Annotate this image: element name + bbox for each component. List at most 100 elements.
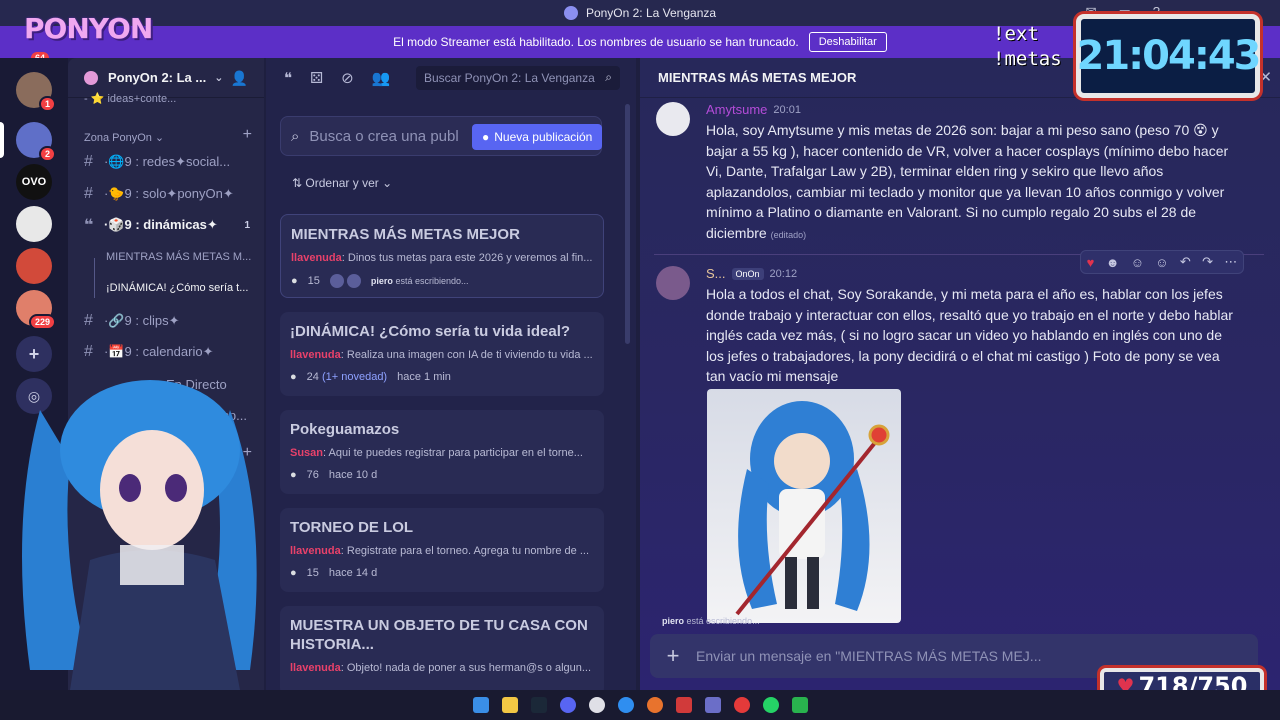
command-ext: !ext bbox=[993, 23, 1039, 45]
server-badge: 1 bbox=[38, 96, 56, 112]
card-preview: llavenuda: Realiza una imagen con IA de … bbox=[290, 349, 593, 361]
channel-calendario[interactable]: # ·📅9 : calendario✦ bbox=[76, 339, 258, 365]
chat-bubble-icon: ● bbox=[482, 130, 490, 144]
typing-user: piero bbox=[370, 276, 393, 286]
channel-ideas[interactable]: - ⭐ ideas+conte... bbox=[76, 88, 258, 108]
forward-icon[interactable]: ↷ bbox=[1202, 254, 1213, 270]
channel-label: Sala de Esp... bbox=[166, 407, 247, 423]
members-icon[interactable]: 👥 bbox=[372, 69, 391, 87]
thread-dinamica-vida-ideal[interactable]: ¡DINÁMICA! ¿Cómo sería t... bbox=[106, 277, 256, 299]
add-channel-icon[interactable]: + bbox=[243, 444, 252, 462]
search-icon: ⌕ bbox=[291, 127, 300, 145]
channel-redes-social[interactable]: # ·🌐9 : redes✦social... bbox=[76, 149, 258, 175]
vs-icon[interactable] bbox=[704, 697, 721, 713]
forum-card[interactable]: MUESTRA UN OBJETO DE TU CASA CON HISTORI… bbox=[280, 606, 604, 696]
steam-icon[interactable] bbox=[530, 697, 547, 713]
thread-chat-panel: MIENTRAS MÁS METAS MEJOR ✕ Amytsume 20:0… bbox=[640, 58, 1280, 690]
reply-icon[interactable]: ↶ bbox=[1180, 254, 1191, 270]
thread-mientras-mas-metas[interactable]: MIENTRAS MÁS METAS M... bbox=[106, 246, 256, 268]
channel-label: ·🌐9 : redes✦social... bbox=[104, 154, 231, 169]
reply-count: 76 bbox=[306, 469, 319, 481]
category-zona-ponyon[interactable]: Zona PonyOn ⌄ bbox=[84, 131, 164, 144]
invite-icon[interactable]: 👤 bbox=[231, 70, 248, 87]
channel-dinamicas[interactable]: ❝ ·🎲9 : dinámicas✦ 1 bbox=[76, 212, 258, 238]
explore-icon[interactable]: ◎ bbox=[16, 378, 52, 414]
message-header: S... OnOn 20:12 bbox=[706, 266, 797, 281]
attach-plus-icon[interactable]: + bbox=[650, 643, 696, 669]
dice-icon[interactable]: ⚄ bbox=[310, 69, 323, 87]
message-time: 20:12 bbox=[769, 267, 798, 280]
server-badge: 2 bbox=[38, 146, 56, 162]
channel-clips[interactable]: # ·🔗9 : clips✦ bbox=[76, 308, 258, 334]
card-title: MIENTRAS MÁS METAS MEJOR bbox=[291, 226, 520, 243]
forum-card[interactable]: MIENTRAS MÁS METAS MEJOR llavenuda: Dino… bbox=[280, 214, 604, 298]
server-search-input[interactable]: Buscar PonyOn 2: La Venganza ⌕ bbox=[416, 66, 620, 90]
folder-icon[interactable] bbox=[501, 697, 518, 713]
server-red[interactable] bbox=[16, 248, 52, 284]
card-preview: llavenuda: Objeto! nada de poner a sus h… bbox=[290, 662, 592, 674]
voice-en-directo[interactable]: En Directo bbox=[76, 371, 258, 397]
add-channel-icon[interactable]: + bbox=[243, 573, 252, 591]
avatar[interactable] bbox=[656, 266, 690, 300]
server-rail: 1 2 OVO 229 + ◎ bbox=[0, 58, 68, 690]
valorant-icon[interactable] bbox=[675, 697, 692, 713]
message-author[interactable]: Amytsume bbox=[706, 102, 767, 117]
whatsapp-icon[interactable] bbox=[762, 697, 779, 713]
firefox-icon[interactable] bbox=[646, 697, 663, 713]
edge-icon[interactable] bbox=[617, 697, 634, 713]
close-icon[interactable]: ✕ bbox=[1259, 68, 1272, 86]
emote-reaction-icon[interactable]: ☻ bbox=[1106, 255, 1120, 270]
channel-solo-ponyon[interactable]: # ·🐤9 : solo✦ponyOn✦ bbox=[76, 181, 258, 207]
server-ovo-label: OVO bbox=[21, 176, 47, 188]
frog-reaction-icon[interactable]: ☺ bbox=[1131, 255, 1144, 270]
windows-start-icon[interactable] bbox=[472, 697, 489, 713]
reply-icon: ● bbox=[290, 371, 297, 383]
add-reaction-icon[interactable]: ☺ bbox=[1155, 255, 1168, 270]
add-channel-icon[interactable]: + bbox=[243, 126, 252, 144]
openai-icon[interactable] bbox=[588, 697, 605, 713]
record-icon[interactable] bbox=[733, 697, 750, 713]
thread-title: MIENTRAS MÁS METAS MEJOR bbox=[658, 70, 857, 85]
card-preview-text: Objeto! nada de poner a sus herman@s o a… bbox=[346, 662, 592, 674]
more-icon[interactable]: ⋯ bbox=[1224, 254, 1237, 270]
app-icon[interactable] bbox=[791, 697, 808, 713]
card-time: hace 10 d bbox=[328, 469, 378, 481]
typing-indicator: piero está escribiendo... bbox=[371, 276, 469, 286]
forum-card[interactable]: TORNEO DE LOL llavenuda: Registrate para… bbox=[280, 508, 604, 592]
disable-streamer-button[interactable]: Deshabilitar bbox=[808, 32, 887, 52]
add-server-icon[interactable]: + bbox=[16, 336, 52, 372]
server-skull[interactable] bbox=[16, 206, 52, 242]
new-count: (1+ novedad) bbox=[321, 371, 388, 383]
forum-card[interactable]: ¡DINÁMICA! ¿Cómo sería tu vida ideal? ll… bbox=[280, 312, 604, 396]
discord-icon[interactable] bbox=[559, 697, 576, 713]
active-server-pill bbox=[0, 122, 4, 158]
new-post-button[interactable]: ● Nueva publicación bbox=[472, 124, 603, 150]
new-post-label: Nueva publicación bbox=[494, 130, 593, 144]
server-avatar[interactable]: 1 bbox=[16, 72, 56, 112]
figure-photo-icon bbox=[735, 401, 890, 616]
voice-sala-espera[interactable]: Sala de Esp... bbox=[76, 402, 258, 428]
server-anime2[interactable]: 229 bbox=[16, 290, 56, 330]
search-icon: ⌕ bbox=[605, 70, 612, 84]
card-author: llavenuda bbox=[290, 662, 341, 674]
stream-commands-overlay: !ext !metas bbox=[993, 22, 1062, 72]
reply-count: 15 bbox=[306, 567, 319, 579]
reply-icon: ● bbox=[290, 567, 297, 579]
card-title: TORNEO DE LOL bbox=[290, 519, 414, 536]
server-ovo[interactable]: OVO bbox=[16, 164, 52, 200]
composer-placeholder: Enviar un mensaje en "MIENTRAS MÁS METAS… bbox=[696, 648, 1042, 664]
heart-reaction-icon[interactable]: ♥ bbox=[1087, 255, 1095, 270]
mute-icon[interactable]: ⊘ bbox=[341, 69, 354, 87]
forum-card[interactable]: Pokeguamazos Susan: Aqui te puedes regis… bbox=[280, 410, 604, 494]
threads-icon[interactable]: ❝ bbox=[284, 69, 292, 87]
message-text: Hola, soy Amytsume y mis metas de 2026 s… bbox=[706, 122, 1229, 241]
server-anime[interactable]: 2 bbox=[16, 122, 56, 162]
forum-scrollbar[interactable] bbox=[625, 104, 630, 344]
channel-label: ·🔗9 : clips✦ bbox=[104, 313, 180, 328]
message-author[interactable]: S... bbox=[706, 266, 726, 281]
message-body: Hola a todos el chat, Soy Sorakande, y m… bbox=[706, 286, 1233, 384]
sort-view-button[interactable]: ⇅ Ordenar y ver ⌄ bbox=[292, 176, 392, 190]
message-header: Amytsume 20:01 bbox=[706, 102, 801, 117]
avatar[interactable] bbox=[656, 102, 690, 136]
attached-image[interactable] bbox=[707, 389, 901, 623]
